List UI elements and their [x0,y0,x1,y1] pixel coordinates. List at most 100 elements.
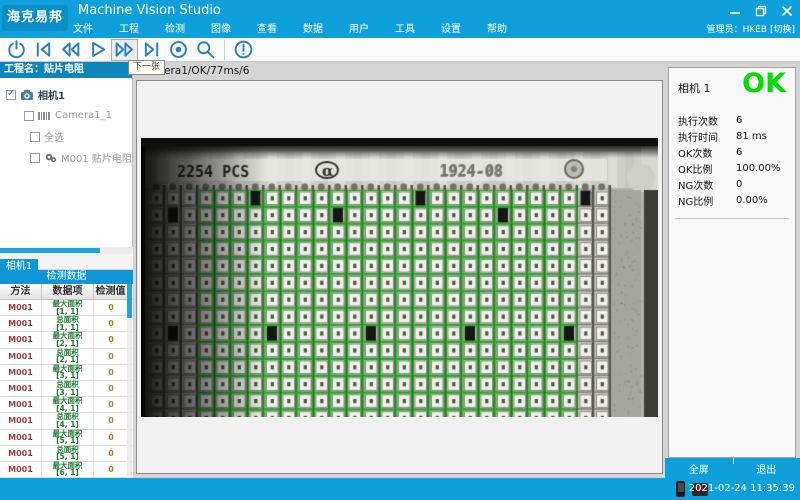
tree-item[interactable]: 相机1 [0,84,132,105]
menu-item[interactable]: 工程 [106,22,152,38]
project-name-header: 工程名：贴片电阻 [0,62,132,78]
cell-value: 0 [94,449,128,458]
table-row[interactable]: M001 最大面积 [5, 1] 0 [0,430,133,446]
cell-data-item: 最大面积 [5, 1] [42,430,94,445]
camera-name-label: 相机 1 [678,80,711,96]
play-icon[interactable] [84,39,111,61]
data-item-index: [3, 1] [56,389,79,397]
zoom-icon[interactable] [192,39,219,61]
exit-button[interactable]: 退出 [733,461,800,476]
restore-button[interactable] [754,4,768,17]
stat-label: OK比例 [678,161,736,176]
data-item-index: [5, 1] [56,453,79,461]
stat-row: 执行次数 6 [678,112,788,128]
close-button[interactable] [780,4,794,17]
column-method[interactable]: 方法 [0,284,42,299]
checkbox[interactable] [30,132,40,142]
power-icon[interactable] [3,39,30,61]
tree-item-label: 相机1 [38,87,65,102]
camera-image[interactable] [141,138,658,417]
checkbox[interactable] [30,153,40,163]
column-data-item[interactable]: 数据项 [42,284,94,299]
phone-tray-icon[interactable] [676,481,685,497]
menu-item[interactable]: 检测 [152,22,198,38]
stat-row: 执行时间 81 ms [678,128,788,144]
data-item-index: [4, 1] [56,421,79,429]
company-logo: 海克易邦 [2,5,68,31]
table-row[interactable]: M001 总面积 [3, 1] 0 [0,381,133,397]
status-badge: OK [742,68,786,99]
vertical-scrollbar[interactable] [127,284,132,478]
camera-tab-strip: 相机1 [0,254,133,270]
cell-data-item: 最大面积 [4, 1] [42,397,94,412]
menu-bar: 文件工程检测图像查看数据用户工具设置帮助 管理员：HKEB [切换] [0,22,800,38]
table-row[interactable]: M001 总面积 [4, 1] 0 [0,413,133,429]
menu-item[interactable]: 用户 [336,22,382,38]
toolbar [0,38,800,62]
tree-item[interactable]: Camera1_1 [0,105,132,126]
table-row[interactable]: M001 最大面积 [1, 1] 0 [0,300,133,316]
table-row[interactable]: M001 最大面积 [6, 1] 0 [0,462,133,478]
stat-value: 100.00% [736,163,781,174]
table-row[interactable]: M001 最大面积 [2, 1] 0 [0,332,133,348]
record-icon[interactable] [165,39,192,61]
scrollbar-thumb[interactable] [0,248,100,253]
switch-user-button[interactable]: [切换] [770,25,795,35]
stat-value: 6 [736,115,742,126]
minimize-button[interactable] [728,4,742,17]
cell-value: 0 [94,400,128,409]
cell-data-item: 总面积 [5, 1] [42,446,94,461]
detection-data-title: 检测数据 [0,270,133,284]
gears-icon [44,152,57,163]
cell-value: 0 [94,303,128,312]
info-icon[interactable] [230,39,257,61]
checkbox[interactable] [6,90,16,100]
menu-item[interactable]: 帮助 [474,22,520,38]
menu-item[interactable]: 数据 [290,22,336,38]
window-controls [728,4,794,17]
image-viewer-panel[interactable] [136,80,663,474]
cell-value: 0 [94,416,128,425]
fast-forward-icon[interactable] [111,39,138,61]
table-row[interactable]: M001 最大面积 [4, 1] 0 [0,397,133,413]
skip-start-icon[interactable] [30,39,57,61]
menu-item[interactable]: 设置 [428,22,474,38]
scrollbar-thumb[interactable] [127,284,132,318]
checkbox[interactable] [24,111,34,121]
cell-value: 0 [94,335,128,344]
camera-icon [20,89,34,101]
cell-value: 0 [94,352,128,361]
stat-label: 执行时间 [678,129,736,144]
fullscreen-button[interactable]: 全屏 [665,461,733,476]
cell-data-item: 最大面积 [1, 1] [42,300,94,315]
menu-items: 文件工程检测图像查看数据用户工具设置帮助 [60,22,520,38]
next-image-tooltip: 下一张 [128,60,165,75]
column-value[interactable]: 检测值 [94,284,128,299]
menu-item[interactable]: 工具 [382,22,428,38]
table-row[interactable]: M001 最大面积 [3, 1] 0 [0,365,133,381]
table-row[interactable]: M001 总面积 [2, 1] 0 [0,349,133,365]
menu-item[interactable]: 查看 [244,22,290,38]
cell-data-item: 总面积 [4, 1] [42,413,94,428]
data-item-index: [2, 1] [56,356,79,364]
menu-item[interactable]: 图像 [198,22,244,38]
camera-result-card: 相机 1 OK 执行次数 6 执行时间 81 ms OK次数 [668,67,796,458]
toolbar-divider [224,40,225,60]
tree-item[interactable]: M001 贴片电阻检测 [0,147,132,168]
rewind-icon[interactable] [57,39,84,61]
horizontal-scrollbar[interactable] [0,247,133,254]
stat-row: NG次数 0 [678,176,788,192]
tree-item-label: 全选 [44,129,64,144]
table-row[interactable]: M001 总面积 [1, 1] 0 [0,316,133,332]
stat-row: NG比例 0.00% [678,192,788,208]
cell-method: M001 [0,316,42,331]
clock: 2021-02-24 11:35:39 [689,478,795,500]
tree-item[interactable]: 全选 [0,126,132,147]
table-row[interactable]: M001 总面积 [5, 1] 0 [0,446,133,462]
cell-method: M001 [0,430,42,445]
cell-method: M001 [0,365,42,380]
stat-value: 81 ms [736,131,767,142]
statistics-list: 执行次数 6 执行时间 81 ms OK次数 6 OK比例 [678,112,788,208]
skip-end-icon[interactable] [138,39,165,61]
cell-value: 0 [94,465,128,474]
